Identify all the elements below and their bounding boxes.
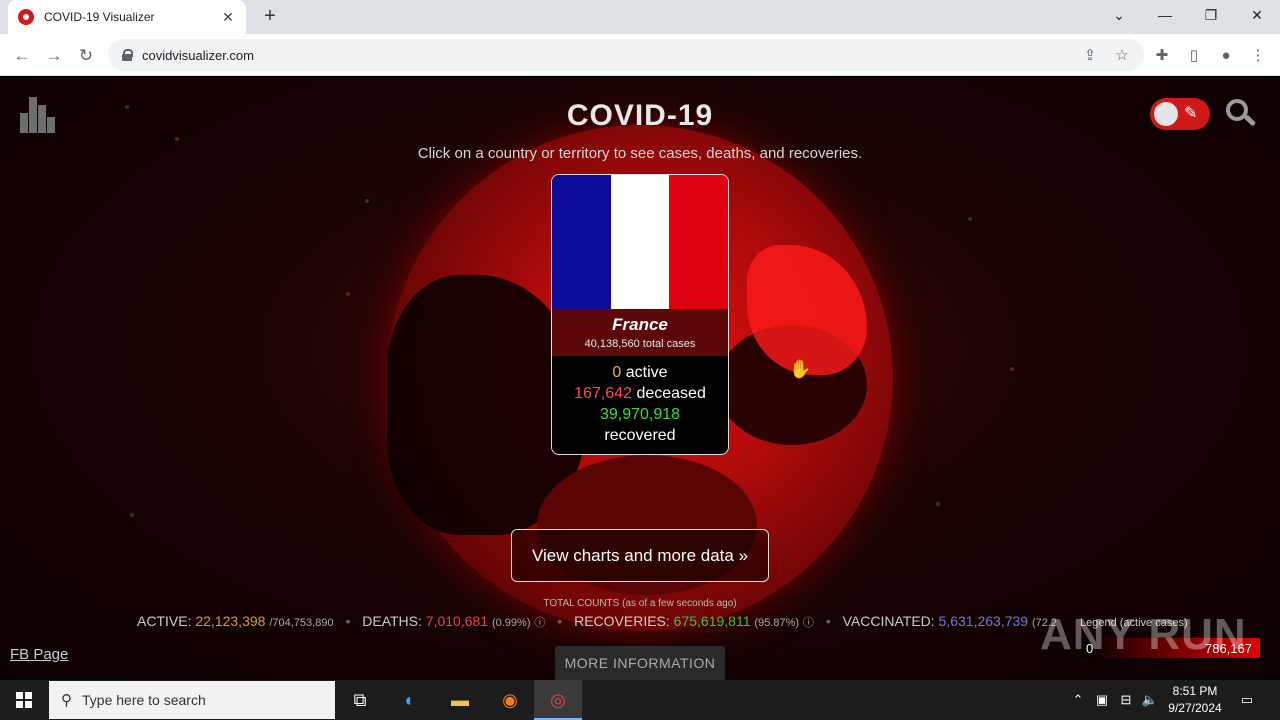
notifications-icon[interactable]: ▭ [1236, 680, 1258, 720]
taskbar-clock[interactable]: 8:51 PM 9/27/2024 [1160, 683, 1230, 717]
deceased-cases: 167,642 deceased [574, 385, 706, 402]
country-stats: 0 active 167,642 deceased 39,970,918 rec… [552, 356, 728, 446]
network-device-icon[interactable]: ▣ [1092, 680, 1112, 720]
taskbar-search-placeholder: Type here to search [82, 692, 206, 708]
recovered-label: recovered [604, 427, 676, 444]
url-text: covidvisualizer.com [142, 47, 254, 63]
hand-cursor-icon: ✋ [789, 359, 812, 379]
france-flag [552, 175, 728, 309]
file-explorer-icon[interactable]: ▬ [436, 680, 484, 720]
back-button[interactable]: ← [8, 42, 36, 70]
minimize-button[interactable]: — [1142, 0, 1188, 30]
extensions-icon[interactable]: ✚ [1152, 46, 1172, 66]
bookmark-star-icon[interactable]: ☆ [1112, 46, 1132, 66]
site-favicon-icon [18, 9, 34, 25]
global-active: 22,123,398 [195, 613, 266, 629]
forward-button[interactable]: → [40, 42, 68, 70]
country-name: France [612, 315, 668, 334]
global-deaths: 7,010,681 [425, 613, 489, 629]
show-hidden-icons[interactable]: ⌃ [1068, 680, 1088, 720]
menu-kebab-icon[interactable]: ⋮ [1248, 46, 1268, 66]
window-close-button[interactable]: ✕ [1234, 0, 1280, 30]
reload-button[interactable]: ↻ [72, 42, 100, 70]
browser-toolbar: ← → ↻ covidvisualizer.com ⇪ ☆ ✚ ▯ ● ⋮ [0, 34, 1280, 76]
page-content: COVID-19 Click on a country or territory… [0, 77, 1280, 680]
side-panel-icon[interactable]: ▯ [1184, 46, 1204, 66]
page-subtitle: Click on a country or territory to see c… [417, 145, 863, 162]
info-icon[interactable]: ⓘ [534, 617, 545, 629]
more-information-button[interactable]: MORE INFORMATION [555, 646, 725, 680]
total-counts-label: TOTAL COUNTS (as of a few seconds ago) [543, 598, 737, 609]
active-cases: 0 active [612, 364, 668, 381]
search-icon[interactable] [1226, 99, 1257, 129]
global-recoveries: 675,619,811 [673, 613, 751, 629]
country-info-card: France 40,138,560 total cases 0 active 1… [551, 174, 729, 455]
tab-title: COVID-19 Visualizer [44, 10, 155, 24]
new-tab-button[interactable]: + [258, 4, 282, 28]
edge-icon[interactable]: ◐ [386, 680, 434, 720]
share-icon[interactable]: ⇪ [1080, 46, 1100, 66]
vaccine-toggle[interactable]: ✎ [1150, 98, 1210, 130]
tab-close-icon[interactable]: ✕ [220, 9, 236, 26]
volume-icon[interactable]: 🔈 [1140, 680, 1160, 720]
fb-page-link[interactable]: FB Page [10, 646, 68, 663]
windows-logo-icon [16, 692, 32, 708]
network-icon[interactable]: ⊟ [1116, 680, 1136, 720]
taskbar: ⚲ Type here to search ⧉ ◐ ▬ ◉ ◎ ⌃ ▣ ⊟ 🔈 … [0, 680, 1280, 720]
chrome-icon[interactable]: ◎ [534, 680, 582, 720]
recovered-cases: 39,970,918 [599, 406, 681, 423]
address-bar[interactable]: covidvisualizer.com [108, 39, 1144, 71]
profile-avatar-icon[interactable]: ● [1216, 46, 1236, 66]
tab-search-icon[interactable]: ⌄ [1096, 0, 1142, 30]
task-view-icon[interactable]: ⧉ [336, 680, 384, 720]
lock-icon [122, 49, 133, 61]
view-charts-button[interactable]: View charts and more data » [511, 529, 769, 582]
toggle-knob [1154, 102, 1178, 126]
info-icon[interactable]: ⓘ [803, 617, 814, 629]
syringe-icon: ✎ [1184, 105, 1198, 122]
global-stats-bar: ACTIVE: 22,123,398 /704,753,890 • DEATHS… [137, 613, 1058, 629]
watermark: ANY RUN [1040, 610, 1247, 659]
restore-button[interactable]: ❐ [1188, 0, 1234, 30]
firefox-icon[interactable]: ◉ [486, 680, 534, 720]
search-icon: ⚲ [61, 692, 72, 709]
page-title: COVID-19 [566, 99, 714, 132]
global-vaccinated: 5,631,263,739 [938, 613, 1029, 629]
taskbar-search[interactable]: ⚲ Type here to search [49, 681, 335, 719]
start-button[interactable] [0, 680, 48, 720]
total-cases: 40,138,560 total cases [584, 338, 696, 350]
browser-tab-bar: COVID-19 Visualizer ✕ + ⌄ — ❐ ✕ [0, 0, 1280, 34]
browser-tab[interactable]: COVID-19 Visualizer ✕ [8, 0, 246, 34]
